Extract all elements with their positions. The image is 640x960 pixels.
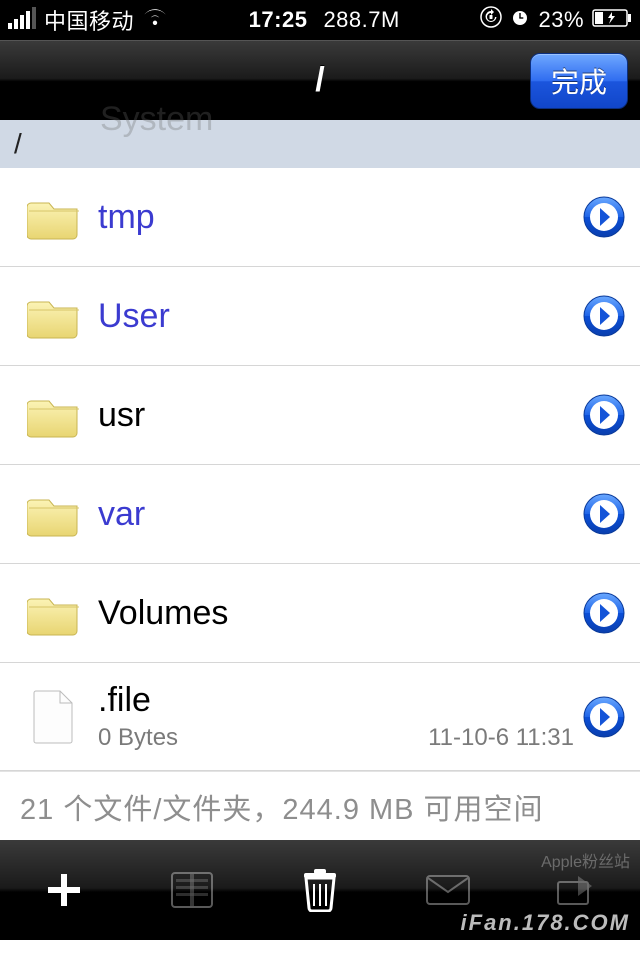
- clock-label: 17:25: [249, 7, 308, 33]
- trash-button[interactable]: [290, 860, 350, 920]
- row-name: Volumes: [98, 594, 582, 633]
- file-list: tmp User usr var Volumes .file 0 Bytes 1…: [0, 168, 640, 840]
- disclosure-icon[interactable]: [582, 492, 626, 536]
- row-name: .file: [98, 681, 582, 720]
- file-size: 0 Bytes: [98, 724, 178, 752]
- disclosure-icon[interactable]: [582, 695, 626, 739]
- alarm-icon: [510, 7, 530, 33]
- battery-icon: [592, 7, 632, 33]
- file-date: 11-10-6 11:31: [428, 724, 574, 752]
- navigation-bar: / 完成: [0, 40, 640, 120]
- bottom-toolbar: Apple粉丝站 iFan.178.COM: [0, 840, 640, 940]
- folder-row-usr[interactable]: usr: [0, 366, 640, 465]
- breadcrumb-path: /: [14, 128, 22, 160]
- row-name: User: [98, 297, 582, 336]
- row-name: var: [98, 495, 582, 534]
- signal-icon: [8, 11, 36, 29]
- folder-summary: 21 个文件/文件夹，244.9 MB 可用空间: [0, 771, 640, 840]
- status-bar: 中国移动 17:25 288.7M 23%: [0, 0, 640, 40]
- disclosure-icon[interactable]: [582, 195, 626, 239]
- battery-pct-label: 23%: [538, 7, 584, 33]
- folder-row-var[interactable]: var: [0, 465, 640, 564]
- disclosure-icon[interactable]: [582, 393, 626, 437]
- disclosure-icon[interactable]: [582, 591, 626, 635]
- folder-icon: [27, 391, 81, 439]
- memory-label: 288.7M: [323, 7, 399, 33]
- folder-icon: [27, 589, 81, 637]
- rotation-lock-icon: [480, 6, 502, 34]
- folder-icon: [27, 490, 81, 538]
- wifi-icon: [142, 7, 168, 33]
- folder-row-user[interactable]: User: [0, 267, 640, 366]
- breadcrumb-bar[interactable]: System /: [0, 120, 640, 168]
- row-name: usr: [98, 396, 582, 435]
- file-icon: [32, 689, 76, 745]
- watermark-small: Apple粉丝站: [541, 848, 630, 872]
- disclosure-icon[interactable]: [582, 294, 626, 338]
- folder-icon: [27, 292, 81, 340]
- file-row-dotfile[interactable]: .file 0 Bytes 11-10-6 11:31: [0, 663, 640, 771]
- archive-button[interactable]: [162, 860, 222, 920]
- folder-icon: [27, 193, 81, 241]
- done-button[interactable]: 完成: [530, 53, 628, 109]
- folder-row-tmp[interactable]: tmp: [0, 168, 640, 267]
- carrier-label: 中国移动: [44, 4, 134, 36]
- nav-title: /: [315, 61, 324, 100]
- row-name: tmp: [98, 198, 582, 237]
- add-button[interactable]: [34, 860, 94, 920]
- folder-row-volumes[interactable]: Volumes: [0, 564, 640, 663]
- watermark-big: iFan.178.COM: [461, 910, 630, 936]
